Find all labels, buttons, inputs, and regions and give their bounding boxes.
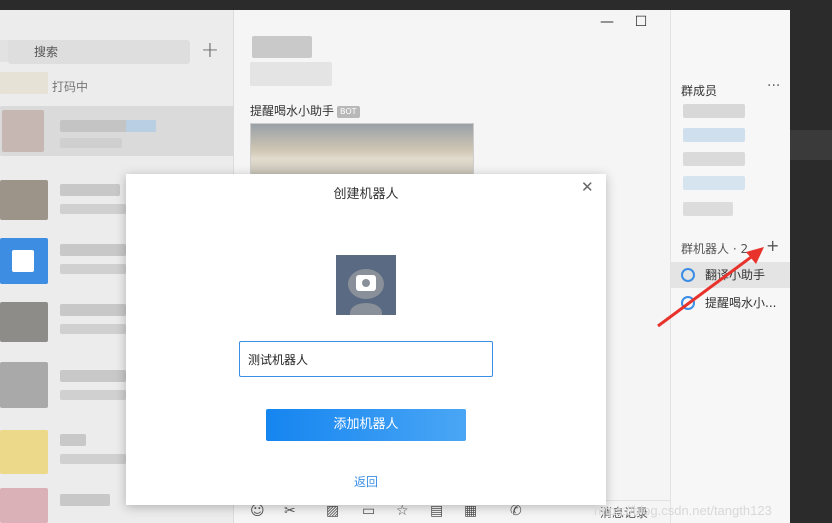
add-robot-confirm-button[interactable]: 添加机器人: [266, 409, 466, 441]
app-icon: [12, 250, 34, 272]
blurred-member: [683, 152, 745, 166]
document-icon[interactable]: ▤: [430, 503, 443, 519]
blurred-text: [60, 244, 126, 256]
blurred-member: [683, 202, 733, 216]
blurred-text: [60, 138, 122, 148]
blurred-avatar: [0, 302, 48, 342]
blurred-member: [683, 128, 745, 142]
apps-icon[interactable]: ▦: [464, 503, 477, 519]
blurred-text: [60, 494, 110, 506]
chat-title-blurred: [252, 36, 312, 58]
back-link[interactable]: 返回: [126, 473, 606, 490]
bot-badge: BOT: [337, 105, 360, 118]
search-input[interactable]: 搜索: [8, 40, 190, 64]
maximize-button[interactable]: ☐: [630, 14, 652, 30]
members-title: 群成员: [681, 84, 718, 98]
blurred-text: [60, 184, 120, 196]
blurred-avatar: [0, 362, 48, 408]
blurred-text: [60, 370, 126, 382]
bot-sender-label: 提醒喝水小助手: [250, 104, 335, 118]
image-icon[interactable]: ▨: [326, 503, 339, 519]
typing-status: 打码中: [52, 80, 89, 94]
blurred-member: [683, 176, 745, 190]
phone-icon[interactable]: ✆: [510, 503, 522, 519]
blurred-avatar: [0, 72, 48, 94]
screenshot-icon[interactable]: ✂: [284, 503, 296, 519]
background-window-bar: [790, 130, 832, 160]
create-robot-dialog: 创建机器人 ✕ 添加机器人 返回: [126, 174, 606, 505]
minimize-button[interactable]: —: [596, 14, 618, 30]
blurred-avatar: [0, 430, 48, 474]
blurred-text: [60, 434, 86, 446]
blurred-text: [126, 120, 156, 132]
bot-sender-name: 提醒喝水小助手 BOT: [250, 102, 360, 119]
watermark: https://blog.csdn.net/tangth123: [594, 503, 772, 518]
screen-right-strip: [790, 0, 832, 523]
robot-avatar-upload[interactable]: [336, 255, 396, 315]
blurred-text: [60, 390, 126, 400]
blurred-text: [60, 204, 126, 214]
screen-top-strip: [0, 0, 832, 10]
robot-body-shape: [350, 303, 382, 315]
blurred-text: [60, 264, 126, 274]
blurred-text: [60, 324, 126, 334]
annotation-arrow-icon: [657, 247, 764, 328]
more-icon[interactable]: ···: [767, 78, 780, 94]
blurred-text: [60, 454, 126, 464]
add-conversation-button[interactable]: +: [200, 40, 220, 64]
robot-name-input[interactable]: [239, 341, 493, 377]
dialog-title: 创建机器人: [333, 187, 399, 202]
message-bubble: [250, 62, 332, 86]
emoji-icon[interactable]: ☺: [250, 503, 265, 519]
dialog-close-icon[interactable]: ✕: [581, 178, 594, 196]
blurred-avatar: [0, 180, 48, 220]
star-icon[interactable]: ☆: [396, 503, 409, 519]
folder-icon[interactable]: ▭: [362, 503, 375, 519]
blurred-text: [60, 304, 126, 316]
blurred-avatar: [2, 110, 44, 152]
blurred-avatar: [0, 488, 48, 523]
camera-icon: [356, 275, 376, 291]
blurred-member: [683, 104, 745, 118]
